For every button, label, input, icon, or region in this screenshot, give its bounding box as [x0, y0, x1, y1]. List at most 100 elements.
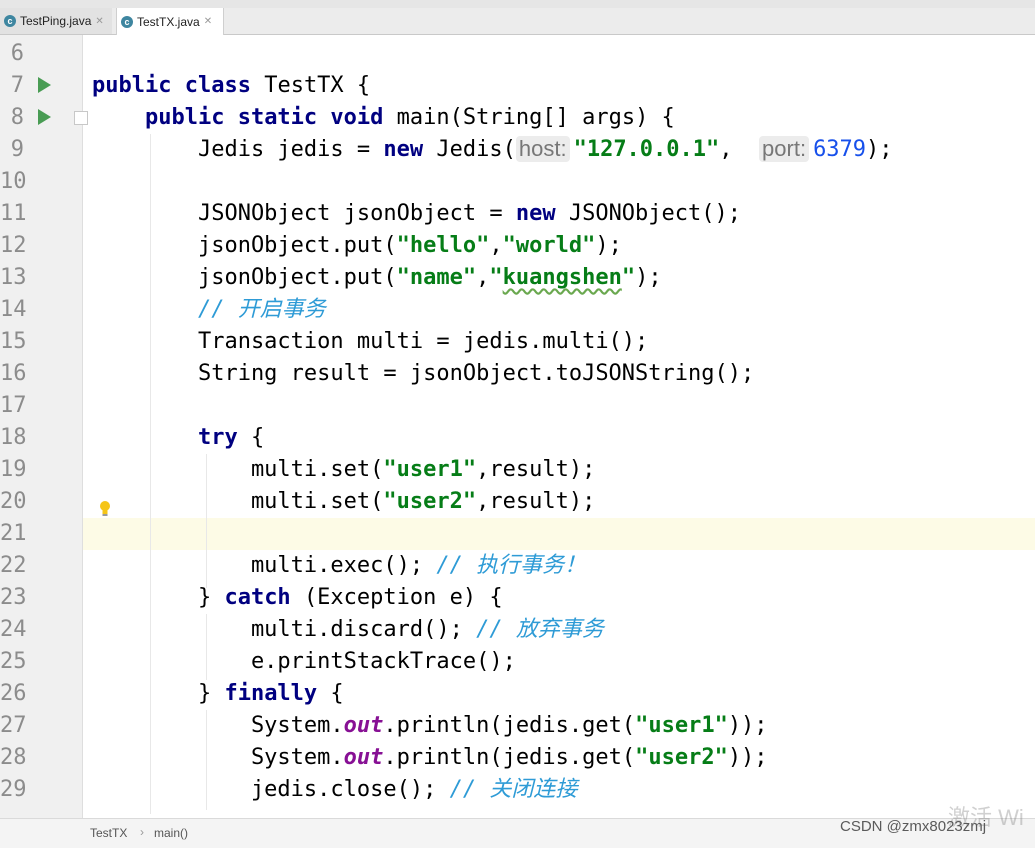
code-token: );: [595, 233, 622, 258]
code-line[interactable]: try {: [92, 422, 264, 454]
code-token: ));: [727, 713, 768, 738]
code-token: jsonObject.put(: [92, 265, 397, 290]
code-token: jedis.close();: [92, 777, 450, 802]
editor-tab-bar: c TestPing.java ✕ c TestTX.java ✕: [0, 8, 1035, 35]
code-token: class: [184, 73, 265, 98]
line-number: 16: [0, 361, 27, 386]
tab-label: TestTX.java: [137, 14, 200, 29]
line-number: 10: [0, 169, 27, 194]
line-number: 8: [10, 105, 24, 130]
fold-icon[interactable]: [74, 111, 88, 125]
line-number: 7: [10, 73, 24, 98]
code-token: finally: [224, 681, 331, 706]
code-token: System.: [92, 745, 344, 770]
line-number: 19: [0, 457, 27, 482]
code-line[interactable]: JSONObject jsonObject = new JSONObject()…: [92, 198, 741, 230]
line-number: 15: [0, 329, 27, 354]
code-token: Jedis(: [436, 137, 516, 162]
code-token: main(String[] args) {: [396, 105, 675, 130]
run-gutter-icon[interactable]: [38, 109, 51, 125]
code-line[interactable]: jedis.close(); // 关闭连接: [92, 774, 577, 806]
code-token: new: [383, 137, 437, 162]
code-line[interactable]: public static void main(String[] args) {: [92, 102, 675, 134]
code-token: out: [343, 713, 384, 738]
code-token: out: [343, 745, 384, 770]
java-class-icon: c: [121, 15, 133, 28]
code-token: );: [635, 265, 662, 290]
code-token: TestTX {: [264, 73, 371, 98]
code-token: multi.set(: [92, 489, 384, 514]
close-icon[interactable]: ✕: [95, 16, 103, 27]
breadcrumb-method[interactable]: main(): [154, 826, 188, 840]
code-token: // 放弃事务: [476, 617, 604, 642]
line-number: 11: [0, 201, 27, 226]
code-token: public: [92, 73, 185, 98]
run-gutter-icon[interactable]: [38, 77, 51, 93]
code-token: public static void: [144, 105, 397, 130]
tab-testtx[interactable]: c TestTX.java ✕: [116, 8, 224, 35]
code-token: multi.exec();: [92, 553, 437, 578]
code-line[interactable]: multi.exec(); // 执行事务！: [92, 550, 586, 582]
code-token: jsonObject.put(: [92, 233, 397, 258]
line-number: 12: [0, 233, 27, 258]
csdn-watermark: CSDN @zmx8023zmj: [840, 818, 987, 835]
code-token: ,: [476, 265, 490, 290]
line-number: 13: [0, 265, 27, 290]
code-token: try: [197, 425, 251, 450]
code-token: (Exception e) {: [303, 585, 503, 610]
code-token: ": [621, 265, 636, 290]
code-token: .println(jedis.get(: [383, 713, 636, 738]
code-token: );: [866, 137, 893, 162]
code-token: .println(jedis.get(: [383, 745, 636, 770]
code-token: ,: [489, 233, 503, 258]
line-number: 18: [0, 425, 27, 450]
code-line[interactable]: String result = jsonObject.toJSONString(…: [92, 358, 754, 390]
code-line[interactable]: System.out.println(jedis.get("user1"));: [92, 710, 768, 742]
code-line[interactable]: System.out.println(jedis.get("user2"));: [92, 742, 768, 774]
code-token: // 关闭连接: [449, 777, 578, 802]
code-token: ,result);: [476, 457, 596, 482]
code-line[interactable]: } finally {: [92, 678, 344, 710]
code-line[interactable]: multi.discard(); // 放弃事务: [92, 614, 604, 646]
line-number: 21: [0, 521, 27, 546]
line-number: 24: [0, 617, 27, 642]
code-line[interactable]: jsonObject.put("hello","world");: [92, 230, 622, 262]
code-line[interactable]: multi.set("user2",result);: [92, 486, 595, 518]
code-token: catch: [224, 585, 304, 610]
line-number: 23: [0, 585, 27, 610]
code-token: "hello": [396, 233, 490, 258]
code-token: ));: [727, 745, 768, 770]
code-line[interactable]: multi.set("user1",result);: [92, 454, 595, 486]
code-token: "world": [502, 233, 596, 258]
code-token: "name": [396, 265, 477, 290]
code-token: ,result);: [476, 489, 596, 514]
close-icon[interactable]: ✕: [204, 16, 212, 27]
tab-testping[interactable]: c TestPing.java ✕: [0, 8, 112, 34]
code-token: ": [489, 265, 503, 290]
parameter-hint: port:: [759, 136, 810, 162]
code-line[interactable]: e.printStackTrace();: [92, 646, 516, 678]
line-number: 14: [0, 297, 27, 322]
code-line[interactable]: public class TestTX {: [92, 70, 370, 102]
code-line[interactable]: Transaction multi = jedis.multi();: [92, 326, 648, 358]
code-token: e.printStackTrace();: [92, 649, 516, 674]
line-number: 22: [0, 553, 27, 578]
code-token: "127.0.0.1": [573, 137, 720, 162]
line-number: 29: [0, 777, 27, 802]
code-line[interactable]: jsonObject.put("name","kuangshen");: [92, 262, 662, 294]
code-token: new: [515, 201, 569, 226]
line-number: 27: [0, 713, 27, 738]
code-line[interactable]: } catch (Exception e) {: [92, 582, 503, 614]
chevron-right-icon: ›: [140, 825, 144, 839]
lightbulb-icon[interactable]: [98, 500, 112, 518]
code-line[interactable]: // 开启事务: [92, 294, 326, 326]
code-token: JSONObject();: [568, 201, 742, 226]
code-token: 6379: [813, 137, 867, 162]
code-token: {: [250, 425, 265, 450]
line-number: 9: [10, 137, 24, 162]
breadcrumb-class[interactable]: TestTX: [90, 826, 127, 840]
line-number: 20: [0, 489, 27, 514]
code-line[interactable]: Jedis jedis = new Jedis(host: "127.0.0.1"…: [92, 134, 893, 166]
